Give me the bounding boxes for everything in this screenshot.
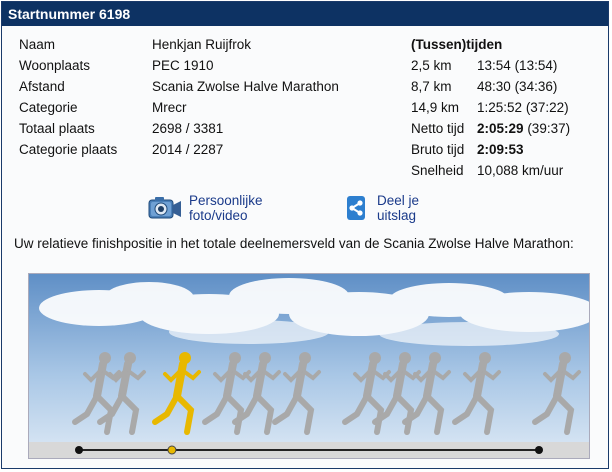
total-rank-label: Totaal plaats: [19, 121, 95, 136]
info-row-city: Woonplaats PEC 1910: [19, 55, 339, 76]
info-row-total-rank: Totaal plaats 2698 / 3381: [19, 118, 339, 139]
split-times: (Tussen)tijden 2,5 km 13:54 (13:54) 8,7 k…: [411, 34, 570, 181]
split-time: 13:54: [477, 58, 511, 73]
category-value: Mrecr: [152, 100, 187, 115]
split-extra: (34:36): [514, 79, 558, 94]
share-label: Deel je uitslag: [377, 193, 420, 223]
bruto-row: Bruto tijd 2:09:53: [411, 139, 570, 160]
netto-row: Netto tijd 2:05:29 (39:37): [411, 118, 570, 139]
times-heading: (Tussen)tijden: [411, 37, 503, 52]
category-rank-value: 2014 / 2287: [152, 142, 224, 157]
position-marker: [167, 445, 177, 455]
netto-label: Netto tijd: [411, 121, 465, 136]
photo-video-label: Persoonlijke foto/video: [189, 193, 263, 223]
speed-row: Snelheid 10,088 km/uur: [411, 160, 570, 181]
split-row: 2,5 km 13:54 (13:54): [411, 55, 570, 76]
netto-time: 2:05:29: [477, 121, 524, 136]
share-result-link[interactable]: Deel je uitslag: [347, 193, 422, 223]
participant-info: Naam Henkjan Ruijfrok Woonplaats PEC 1910 …: [19, 34, 339, 160]
info-row-category: Categorie Mrecr: [19, 97, 339, 118]
category-rank-label: Categorie plaats: [19, 142, 118, 157]
name-value: Henkjan Ruijfrok: [152, 37, 252, 52]
share-icon: [347, 196, 365, 220]
split-row: 14,9 km 1:25:52 (37:22): [411, 97, 570, 118]
speed-label: Snelheid: [411, 163, 464, 178]
distance-value: Scania Zwolse Halve Marathon: [152, 79, 339, 94]
finish-position-graphic: [28, 273, 590, 459]
city-value: PEC 1910: [152, 58, 214, 73]
netto-extra: (39:37): [527, 121, 571, 136]
position-description: Uw relatieve finishpositie in het totale…: [14, 236, 574, 251]
bruto-label: Bruto tijd: [411, 142, 465, 157]
split-label: 8,7 km: [411, 79, 452, 94]
photo-video-link[interactable]: Persoonlijke foto/video: [147, 193, 263, 223]
split-row: 8,7 km 48:30 (34:36): [411, 76, 570, 97]
info-row-distance: Afstand Scania Zwolse Halve Marathon: [19, 76, 339, 97]
bruto-time: 2:09:53: [477, 142, 524, 157]
camera-icon: [147, 194, 183, 222]
category-label: Categorie: [19, 100, 78, 115]
split-time: 48:30: [477, 79, 511, 94]
info-row-name: Naam Henkjan Ruijfrok: [19, 34, 339, 55]
split-extra: (37:22): [525, 100, 569, 115]
distance-label: Afstand: [19, 79, 65, 94]
track-start-dot: [75, 446, 83, 454]
city-label: Woonplaats: [19, 58, 91, 73]
split-label: 14,9 km: [411, 100, 460, 115]
track-end-dot: [535, 446, 543, 454]
speed-value: 10,088 km/uur: [477, 163, 564, 178]
info-row-category-rank: Categorie plaats 2014 / 2287: [19, 139, 339, 160]
split-time: 1:25:52: [477, 100, 523, 115]
split-extra: (13:54): [514, 58, 558, 73]
name-label: Naam: [19, 37, 56, 52]
total-rank-value: 2698 / 3381: [152, 121, 224, 136]
panel-header: Startnummer 6198: [2, 2, 608, 26]
runners-scene: [29, 274, 589, 458]
result-panel: Startnummer 6198 Naam Henkjan Ruijfrok Wo…: [1, 1, 609, 469]
split-label: 2,5 km: [411, 58, 452, 73]
